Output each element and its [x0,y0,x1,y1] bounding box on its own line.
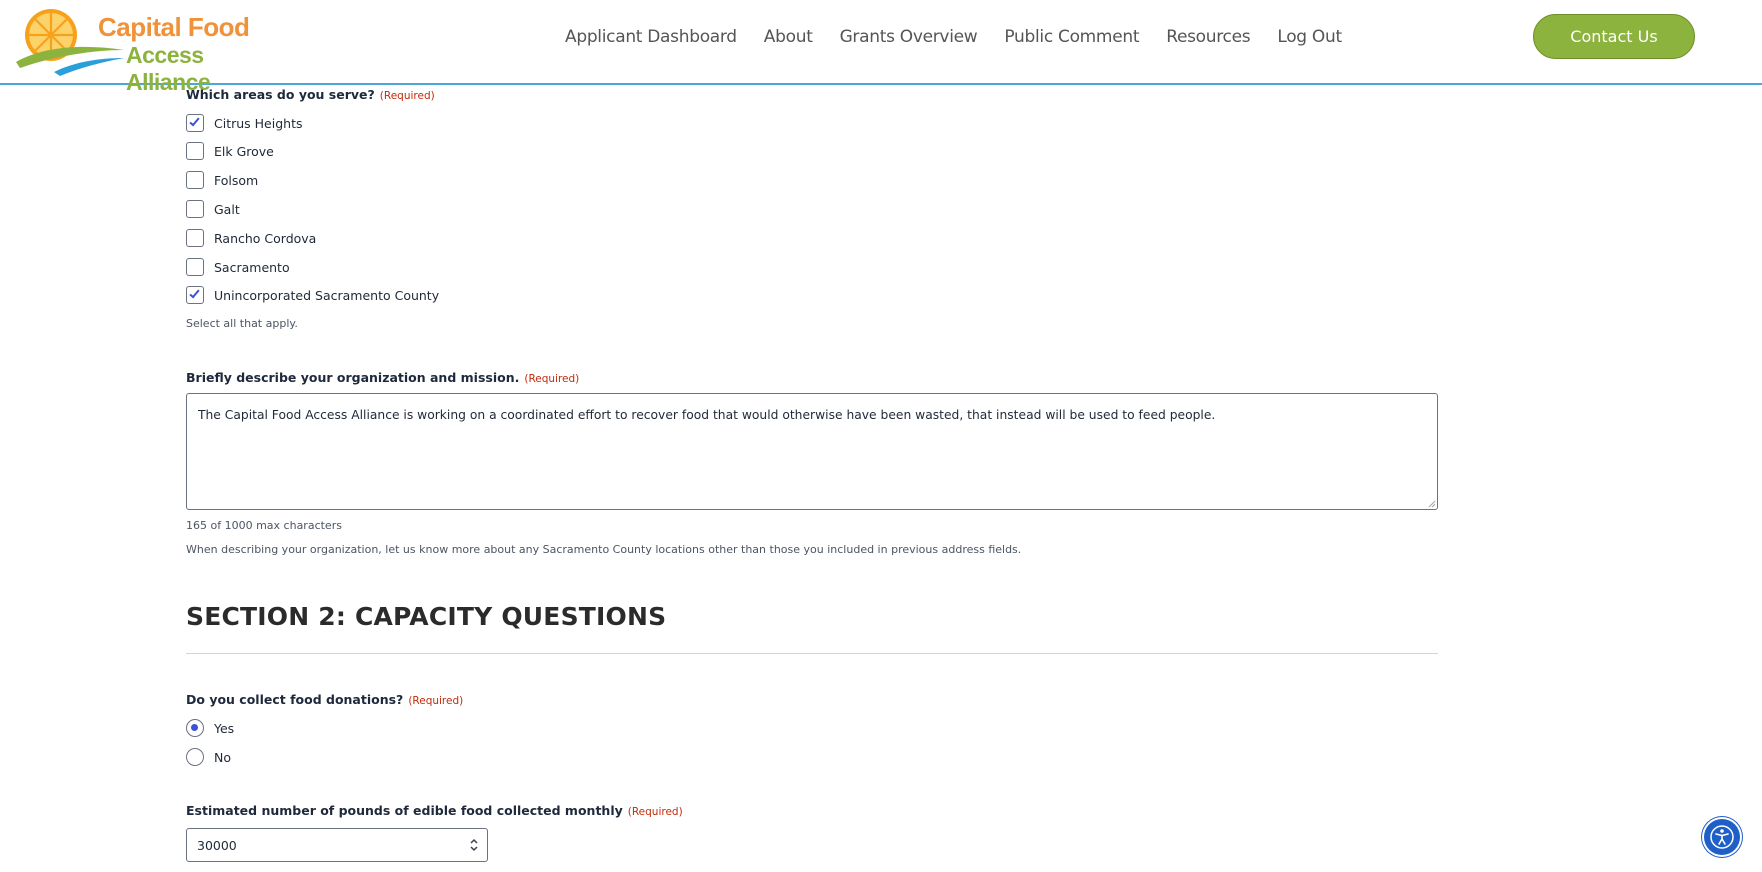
resize-grip-icon[interactable] [1428,500,1436,508]
nav-log-out[interactable]: Log Out [1277,27,1342,47]
nav-resources[interactable]: Resources [1166,27,1250,47]
area-option-label[interactable]: Citrus Heights [214,116,302,131]
areas-served-label-text: Which areas do you serve? [186,87,375,102]
radio-no[interactable] [186,748,204,766]
area-option-label[interactable]: Elk Grove [214,144,274,159]
checkbox-galt[interactable] [186,200,204,218]
checkbox-citrus-heights[interactable] [186,114,204,132]
radio-label-no[interactable]: No [214,750,231,765]
donations-label: Do you collect food donations? (Required) [186,692,463,707]
mission-label-text: Briefly describe your organization and m… [186,370,520,385]
pounds-input-value: 30000 [197,838,237,853]
checkbox-folsom[interactable] [186,171,204,189]
required-indicator: (Required) [524,373,580,385]
radio-selected-dot [191,724,198,731]
nav-applicant-dashboard[interactable]: Applicant Dashboard [565,27,737,47]
area-option-label[interactable]: Galt [214,202,240,217]
site-header: Capital Food Access Alliance Applicant D… [0,0,1762,95]
checkbox-elk-grove[interactable] [186,142,204,160]
checkbox-sacramento[interactable] [186,258,204,276]
nav-public-comment[interactable]: Public Comment [1004,27,1139,47]
accessibility-person-icon [1710,825,1734,849]
main-nav: Applicant Dashboard About Grants Overvie… [565,27,1369,47]
radio-yes[interactable] [186,719,204,737]
donations-option-no[interactable]: No [186,747,231,767]
areas-served-label: Which areas do you serve? (Required) [186,87,435,102]
area-option-rancho-cordova[interactable]: Rancho Cordova [186,228,316,248]
pounds-label-text: Estimated number of pounds of edible foo… [186,803,623,818]
area-option-label[interactable]: Unincorporated Sacramento County [214,288,439,303]
required-indicator: (Required) [379,90,435,102]
donations-option-yes[interactable]: Yes [186,718,234,738]
contact-us-button[interactable]: Contact Us [1533,14,1695,59]
section-2-title: SECTION 2: CAPACITY QUESTIONS [186,602,667,631]
mission-textarea[interactable]: The Capital Food Access Alliance is work… [186,393,1438,510]
pounds-label: Estimated number of pounds of edible foo… [186,803,683,818]
area-option-label[interactable]: Folsom [214,173,258,188]
area-option-label[interactable]: Sacramento [214,260,290,275]
nav-grants-overview[interactable]: Grants Overview [840,27,978,47]
pounds-number-input[interactable]: 30000 [186,828,488,862]
mission-help-text: When describing your organization, let u… [186,543,1022,556]
checkmark-icon [189,115,200,127]
checkmark-icon [189,287,200,299]
area-option-unincorporated-sacramento-county[interactable]: Unincorporated Sacramento County [186,285,439,305]
checkbox-unincorporated-sacramento-county[interactable] [186,286,204,304]
nav-about[interactable]: About [764,27,813,47]
donations-label-text: Do you collect food donations? [186,692,404,707]
area-option-label[interactable]: Rancho Cordova [214,231,316,246]
logo-text-line1: Capital Food [98,12,250,42]
required-indicator: (Required) [408,695,464,707]
area-option-elk-grove[interactable]: Elk Grove [186,141,274,161]
radio-label-yes[interactable]: Yes [214,721,234,736]
accessibility-button[interactable] [1704,819,1740,855]
checkbox-rancho-cordova[interactable] [186,229,204,247]
area-option-citrus-heights[interactable]: Citrus Heights [186,113,302,133]
area-option-folsom[interactable]: Folsom [186,170,258,190]
mission-char-counter: 165 of 1000 max characters [186,519,342,532]
required-indicator: (Required) [627,806,683,818]
number-spinner-icon[interactable] [469,836,479,854]
mission-textarea-value: The Capital Food Access Alliance is work… [198,408,1216,422]
area-option-galt[interactable]: Galt [186,199,240,219]
mission-label: Briefly describe your organization and m… [186,370,579,385]
areas-help-text: Select all that apply. [186,317,298,330]
area-option-sacramento[interactable]: Sacramento [186,257,290,277]
site-logo[interactable]: Capital Food Access Alliance [14,6,274,95]
section-divider [186,653,1438,654]
